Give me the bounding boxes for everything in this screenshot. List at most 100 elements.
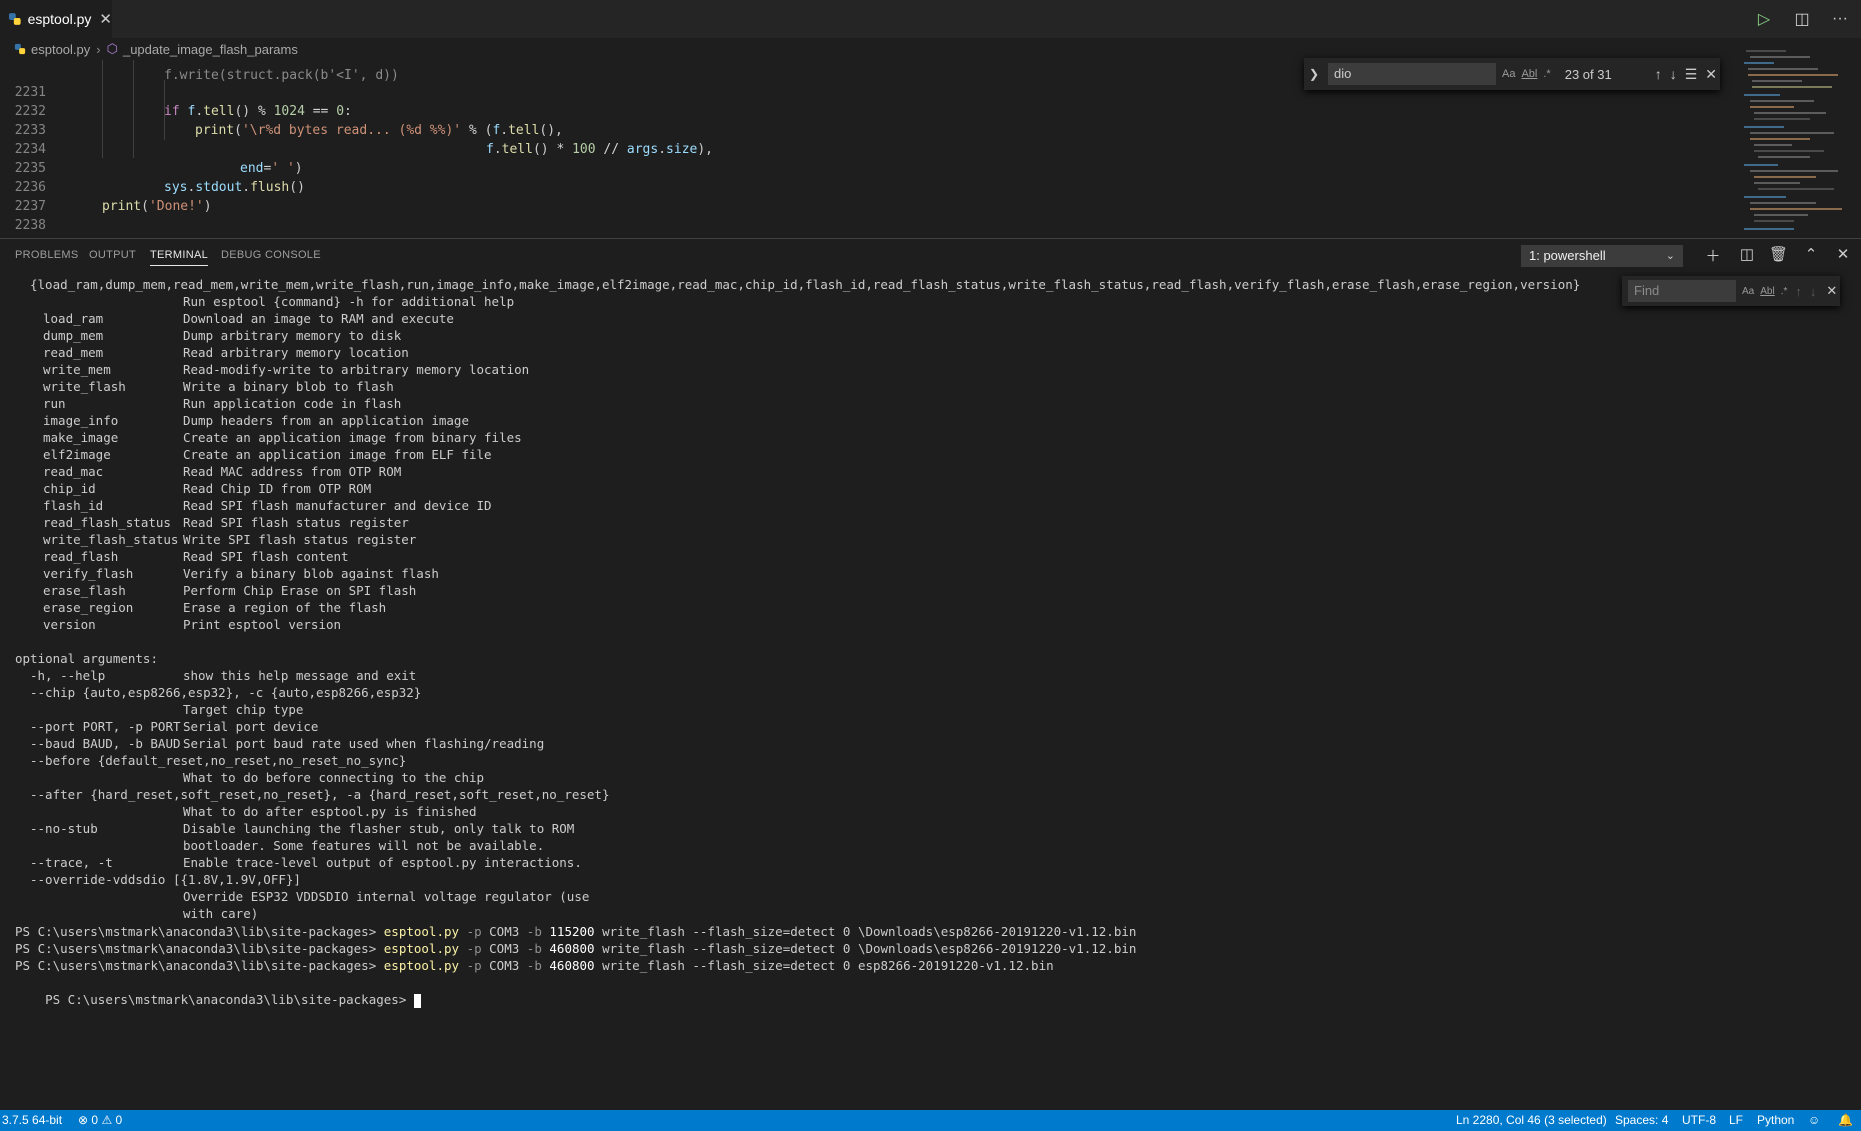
terminal-cursor <box>413 993 421 1008</box>
whole-word-icon[interactable]: Abl <box>1760 286 1774 297</box>
subcommand-description: Write a binary blob to flash <box>183 379 394 394</box>
subcommand-description: Read SPI flash manufacturer and device I… <box>183 498 492 513</box>
subcommand-name: read_mem <box>43 345 104 360</box>
problems-indicator[interactable]: ⊗ 0 ⚠ 0 <box>78 1110 122 1131</box>
subcommand-name: write_flash <box>43 379 126 394</box>
tab-debug-console[interactable]: DEBUG CONSOLE <box>221 249 321 261</box>
history-prompt: PS C:\users\mstmark\anaconda3\lib\site-p… <box>15 941 377 956</box>
subcommand-description: Read SPI flash status register <box>183 515 409 530</box>
close-tab-icon[interactable]: ✕ <box>99 10 112 28</box>
option-description: show this help message and exit <box>183 668 417 683</box>
history-cmd: esptool.py <box>383 941 460 956</box>
whole-word-icon[interactable]: Abl <box>1521 68 1537 80</box>
subcommand-description: Create an application image from ELF fil… <box>183 447 492 462</box>
subcommand-name: run <box>43 396 66 411</box>
cursor-position[interactable]: Ln 2280, Col 46 (3 selected) <box>1456 1110 1607 1131</box>
new-terminal-icon[interactable]: ＋ <box>1704 245 1722 266</box>
maximize-panel-icon[interactable]: ⌃ <box>1802 245 1820 263</box>
next-match-icon[interactable]: ↓ <box>1810 284 1817 299</box>
tab-esptool[interactable]: esptool.py ✕ <box>0 0 112 38</box>
subcommand-name: read_flash <box>43 549 119 564</box>
regex-icon[interactable]: .* <box>1781 286 1788 297</box>
python-interpreter[interactable]: 3.7.5 64-bit <box>2 1110 62 1131</box>
subcommand-name: image_info <box>43 413 119 428</box>
terminal-selector[interactable]: 1: powershell ⌄ <box>1521 245 1683 267</box>
subcommand-description: Perform Chip Erase on SPI flash <box>183 583 417 598</box>
split-terminal-icon[interactable]: ◫ <box>1738 245 1756 263</box>
history-flag: -p <box>466 958 482 973</box>
subcommand-description: Erase a region of the flash <box>183 600 387 615</box>
regex-icon[interactable]: .* <box>1543 68 1550 80</box>
option-flag: --baud BAUD, -b BAUD <box>30 736 181 751</box>
history-port: COM3 <box>489 924 520 939</box>
code-line: 2234 end=' ') <box>0 121 303 176</box>
subcommand-description: Verify a binary blob against flash <box>183 566 439 581</box>
option-description: with care) <box>183 906 259 921</box>
terminal-line: optional arguments: <box>15 651 158 666</box>
next-match-icon[interactable]: ↓ <box>1670 66 1677 82</box>
history-flag: -p <box>466 941 482 956</box>
editor-find-widget: ❯ dio Aa Abl .* 23 of 31 ↑ ↓ ☰ ✕ <box>1304 58 1720 90</box>
breadcrumb-file[interactable]: esptool.py <box>31 42 90 57</box>
close-find-icon[interactable]: ✕ <box>1705 66 1717 83</box>
feedback-icon[interactable]: ☺ <box>1808 1110 1820 1131</box>
history-args: write_flash --flash_size=detect 0 \Downl… <box>602 941 1137 956</box>
indentation[interactable]: Spaces: 4 <box>1615 1110 1668 1131</box>
minimap[interactable] <box>1740 46 1850 238</box>
match-case-icon[interactable]: Aa <box>1502 68 1515 80</box>
subcommand-name: elf2image <box>43 447 111 462</box>
indent-guide <box>102 60 103 158</box>
terminal-line: {load_ram,dump_mem,read_mem,write_mem,wr… <box>30 277 1581 292</box>
tab-label: esptool.py <box>27 11 92 27</box>
match-case-icon[interactable]: Aa <box>1742 286 1754 297</box>
subcommand-name: erase_flash <box>43 583 126 598</box>
terminal-find-input[interactable]: Find <box>1628 280 1736 302</box>
subcommand-name: read_flash_status <box>43 515 171 530</box>
python-file-icon <box>14 43 26 55</box>
find-in-selection-icon[interactable]: ☰ <box>1685 66 1698 83</box>
tab-output[interactable]: OUTPUT <box>89 249 136 261</box>
subcommand-name: dump_mem <box>43 328 104 343</box>
close-panel-icon[interactable]: ✕ <box>1834 245 1852 263</box>
history-baud: 115200 <box>549 924 595 939</box>
history-cmd: esptool.py <box>383 924 460 939</box>
history-flag: -b <box>526 924 542 939</box>
encoding[interactable]: UTF-8 <box>1682 1110 1716 1131</box>
subcommand-name: version <box>43 617 96 632</box>
option-description: Serial port device <box>183 719 319 734</box>
option-description: bootloader. Some features will not be av… <box>183 838 545 853</box>
option-description: Enable trace-level output of esptool.py … <box>183 855 582 870</box>
subcommand-description: Read arbitrary memory location <box>183 345 409 360</box>
tab-terminal[interactable]: TERMINAL <box>150 249 209 266</box>
find-input[interactable]: dio <box>1328 63 1496 85</box>
terminal-selector-value: 1: powershell <box>1529 248 1606 263</box>
breadcrumb-symbol[interactable]: _update_image_flash_params <box>123 42 298 57</box>
previous-match-icon[interactable]: ↑ <box>1795 284 1802 299</box>
warning-icon: ⚠ <box>101 1113 113 1127</box>
code-line: 2236 print('Done!') <box>0 159 212 214</box>
error-icon: ⊗ <box>78 1113 89 1127</box>
language-mode[interactable]: Python <box>1757 1110 1794 1131</box>
terminal[interactable]: {load_ram,dump_mem,read_mem,write_mem,wr… <box>0 276 1861 1110</box>
breadcrumb: esptool.py › ⬡ _update_image_flash_param… <box>0 38 1861 60</box>
end-of-line[interactable]: LF <box>1729 1110 1743 1131</box>
subcommand-name: make_image <box>43 430 119 445</box>
close-find-icon[interactable]: ✕ <box>1826 283 1837 299</box>
split-editor-icon[interactable]: ◫ <box>1793 9 1811 29</box>
tab-problems[interactable]: PROBLEMS <box>15 249 79 261</box>
option-description: What to do after esptool.py is finished <box>183 804 477 819</box>
option-description: What to do before connecting to the chip <box>183 770 485 785</box>
previous-match-icon[interactable]: ↑ <box>1655 66 1662 82</box>
terminal-command-line: PS C:\users\mstmark\anaconda3\lib\site-p… <box>15 940 1136 957</box>
run-icon[interactable]: ▷ <box>1755 9 1773 29</box>
more-actions-icon[interactable]: ··· <box>1831 10 1849 28</box>
toggle-replace-icon[interactable]: ❯ <box>1304 67 1324 81</box>
option-flag: --chip {auto,esp8266,esp32}, -c {auto,es… <box>30 685 422 700</box>
notifications-icon[interactable]: 🔔 <box>1838 1110 1853 1131</box>
trash-icon[interactable]: 🗑 <box>1769 245 1788 263</box>
subcommand-description: Print esptool version <box>183 617 342 632</box>
subcommand-description: Run application code in flash <box>183 396 402 411</box>
terminal-find-widget: Find Aa Abl .* ↑ ↓ ✕ <box>1622 276 1840 306</box>
editor-actions: ▷ ◫ ··· <box>1755 0 1849 38</box>
history-args: write_flash --flash_size=detect 0 \Downl… <box>602 924 1137 939</box>
